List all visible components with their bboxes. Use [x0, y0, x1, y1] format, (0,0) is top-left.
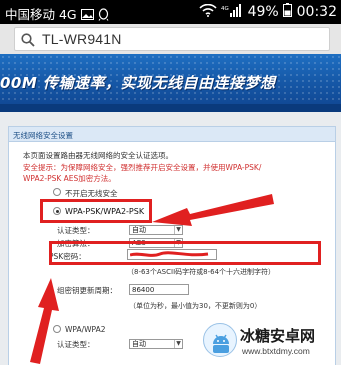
signal-4g-icon: 4G — [221, 3, 243, 21]
clock: 00:32 — [296, 4, 337, 20]
watermark: 冰糖安卓网 www.btxtdmy.com — [203, 322, 341, 365]
qq-icon — [98, 7, 109, 24]
group-key-renew-hint: （单位为秒，最小值为30，不更新则为0） — [129, 302, 262, 310]
android-logo-icon — [203, 323, 237, 357]
group-key-renew-input[interactable]: 86400 — [129, 284, 189, 295]
battery-percent: 49% — [247, 4, 279, 20]
url-text: TL-WR941N — [42, 31, 122, 47]
browser-toolbar: TL-WR941N — [0, 24, 341, 54]
url-field[interactable]: TL-WR941N — [14, 27, 330, 51]
gallery-icon — [80, 8, 94, 23]
psk-hint: （8-63个ASCII码字符或8-64个十六进制字符） — [127, 268, 276, 276]
watermark-url: www.btxtdmy.com — [242, 346, 310, 356]
router-banner: 00M 传输速率，实现无线自由连接梦想 — [0, 54, 341, 112]
search-icon — [21, 32, 35, 51]
intro-text: 本页面设置路由器无线网络的安全认证选项。 — [23, 151, 173, 160]
group-key-renew-label: 组密钥更新周期： — [57, 286, 117, 295]
highlight-box-psk — [49, 241, 321, 265]
chevron-down-icon: ▼ — [174, 226, 182, 234]
auth-type-value: 自动 — [132, 226, 146, 234]
status-bar: 中国移动 4G 4G 49% 00:32 — [0, 0, 341, 24]
watermark-brand: 冰糖安卓网 — [240, 327, 316, 345]
auth-type-select-2[interactable]: 自动 ▼ — [129, 339, 183, 349]
auth-type-label-2: 认证类型： — [57, 340, 95, 349]
auth-type-value-2: 自动 — [132, 340, 146, 348]
radio-wpa[interactable] — [53, 325, 61, 333]
radio-wpa-label: WPA/WPA2 — [65, 325, 106, 334]
panel-title: 无线网络安全设置 — [9, 127, 335, 142]
highlight-box-wpa-psk — [40, 199, 152, 223]
wifi-icon — [199, 3, 217, 21]
auth-type-label: 认证类型： — [57, 226, 95, 235]
chevron-down-icon: ▼ — [174, 340, 182, 348]
banner-slogan: 00M 传输速率，实现无线自由连接梦想 — [0, 74, 276, 92]
battery-icon — [283, 3, 293, 21]
svg-text:4G: 4G — [221, 6, 229, 12]
radio-no-security-label: 不开启无线安全 — [65, 189, 118, 198]
radio-no-security[interactable] — [53, 188, 61, 196]
auth-type-select[interactable]: 自动 ▼ — [129, 225, 183, 235]
carrier-label: 中国移动 4G — [5, 7, 77, 22]
warning-text-line1: 安全提示：为保障网络安全，强烈推荐开启安全设置，并使用WPA-PSK/ — [23, 163, 262, 172]
warning-text-line2: WPA2-PSK AES加密方法。 — [23, 174, 116, 183]
